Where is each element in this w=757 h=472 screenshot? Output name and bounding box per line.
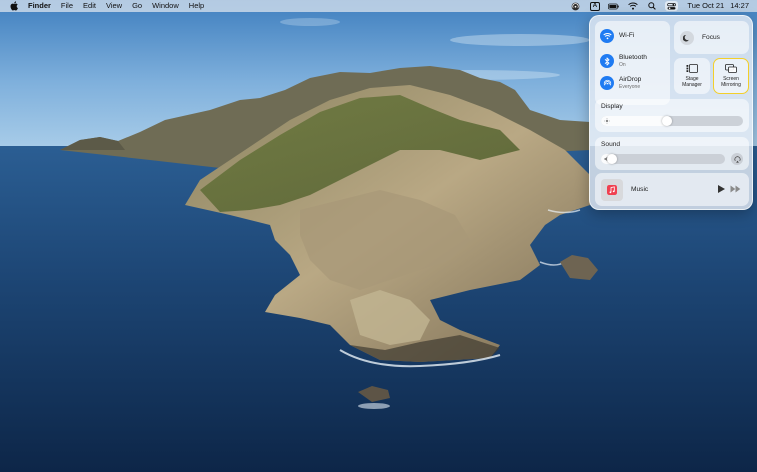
- stage-manager-label: Stage Manager: [682, 76, 702, 88]
- bluetooth-status: On: [619, 62, 626, 68]
- wifi-icon: [600, 29, 614, 43]
- sound-title: Sound: [601, 141, 621, 148]
- sound-slider-knob[interactable]: [607, 154, 617, 164]
- battery-icon[interactable]: [608, 2, 620, 11]
- stage-manager-tile[interactable]: Stage Manager: [674, 58, 710, 94]
- input-source-icon[interactable]: A: [589, 1, 601, 11]
- input-source-letter: A: [589, 1, 601, 11]
- clock-date: Tue Oct 21: [687, 1, 725, 10]
- airdrop-icon: [600, 76, 614, 90]
- music-app-icon: [601, 178, 623, 201]
- playback-controls: [716, 184, 741, 194]
- now-playing-tile[interactable]: Music: [595, 173, 749, 206]
- sun-icon: [604, 118, 610, 124]
- menu-edit[interactable]: Edit: [83, 0, 96, 12]
- fast-forward-icon[interactable]: [730, 184, 741, 194]
- clock-time: 14:27: [730, 1, 749, 10]
- menu-view[interactable]: View: [106, 0, 122, 12]
- control-center-panel: Wi-Fi Bluetooth On AirDrop Everyone Focu…: [589, 15, 753, 210]
- focus-tile[interactable]: Focus: [674, 21, 749, 54]
- menu-file[interactable]: File: [61, 0, 73, 12]
- spotlight-icon[interactable]: [646, 2, 657, 11]
- airplay-icon: [734, 155, 740, 163]
- display-title: Display: [601, 103, 623, 110]
- airdrop-status: Everyone: [619, 84, 641, 90]
- airdrop-status-icon[interactable]: [570, 2, 581, 11]
- display-brightness-slider[interactable]: [601, 116, 743, 126]
- play-icon[interactable]: [716, 184, 726, 194]
- focus-label: Focus: [702, 34, 720, 41]
- wifi-icon[interactable]: [627, 2, 638, 11]
- display-tile: Display: [595, 99, 749, 132]
- menubar-clock[interactable]: Tue Oct 21 14:27: [687, 0, 749, 12]
- airplay-audio-button[interactable]: [731, 153, 743, 165]
- app-menu-finder[interactable]: Finder: [28, 0, 51, 12]
- wifi-label: Wi-Fi: [619, 32, 635, 39]
- airdrop-toggle[interactable]: AirDrop Everyone: [600, 76, 641, 90]
- menu-bar: Finder File Edit View Go Window Help A T…: [0, 0, 757, 12]
- network-tile: Wi-Fi Bluetooth On AirDrop Everyone: [595, 21, 670, 105]
- apple-menu-icon[interactable]: [9, 1, 19, 11]
- screen-mirroring-label: Screen Mirroring: [721, 76, 741, 88]
- bluetooth-icon: [600, 54, 614, 68]
- menu-help[interactable]: Help: [189, 0, 204, 12]
- music-label: Music: [631, 186, 649, 193]
- display-slider-knob[interactable]: [662, 116, 672, 126]
- sound-volume-slider[interactable]: [601, 154, 725, 164]
- bluetooth-label: Bluetooth: [619, 54, 647, 61]
- sound-tile: Sound: [595, 137, 749, 170]
- bluetooth-toggle[interactable]: Bluetooth On: [600, 54, 647, 68]
- airdrop-label: AirDrop: [619, 76, 642, 83]
- menu-window[interactable]: Window: [152, 0, 179, 12]
- screen-mirroring-icon: [725, 64, 737, 73]
- moon-icon: [680, 30, 694, 45]
- control-center-icon[interactable]: [665, 1, 679, 11]
- screen-mirroring-tile[interactable]: Screen Mirroring: [713, 58, 749, 94]
- menu-go[interactable]: Go: [132, 0, 142, 12]
- stage-manager-icon: [686, 64, 698, 73]
- wifi-toggle[interactable]: Wi-Fi: [600, 29, 634, 43]
